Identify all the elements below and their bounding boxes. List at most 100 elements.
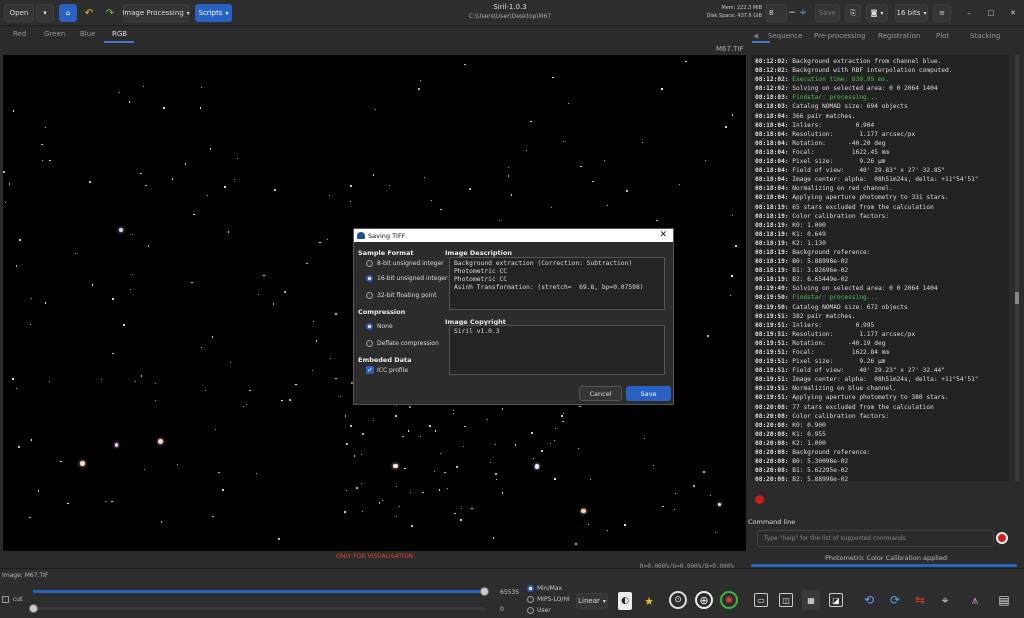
lo-slider-track[interactable] <box>33 607 485 610</box>
zoom-spinbox[interactable]: 8 <box>765 4 787 22</box>
log-line: 08:18:04: Pixel size: 9.26 µm <box>755 157 1009 166</box>
zoom-plus-button[interactable]: + <box>797 4 809 22</box>
display-mode-4-icon[interactable]: ◪ <box>829 593 843 607</box>
star <box>204 389 207 392</box>
star <box>718 502 722 506</box>
log-scrollbar-thumb[interactable] <box>1015 292 1019 304</box>
log-message: Color calibration factors: <box>792 412 890 420</box>
image-processing-menu[interactable]: Image Processing ▾ <box>122 4 190 22</box>
tab-sequence[interactable]: Sequence <box>768 32 803 40</box>
invert-icon[interactable]: ◐ <box>618 592 632 610</box>
star <box>498 219 501 221</box>
image-description-textarea[interactable]: Background extraction (Correction: Subtr… <box>449 257 665 310</box>
mirror-icon[interactable]: ⇋ <box>911 591 929 609</box>
compression-deflate-radio[interactable] <box>366 340 373 347</box>
star <box>422 491 424 494</box>
command-input[interactable]: Type "help" for the list of supported co… <box>757 530 994 547</box>
log-scrollbar[interactable] <box>1015 55 1019 481</box>
statistics-icon[interactable]: ▤ <box>995 591 1013 609</box>
recent-files-dropdown[interactable]: ▾ <box>36 4 54 22</box>
star <box>362 510 364 512</box>
star <box>685 60 687 63</box>
format-16bit-radio[interactable] <box>366 275 373 282</box>
tab-red[interactable]: Red <box>13 30 26 38</box>
star <box>501 492 504 494</box>
log-message: K2: 1.000 <box>792 439 826 447</box>
star <box>507 175 510 177</box>
crop-icon[interactable]: ⌖ <box>936 591 954 609</box>
star <box>464 63 467 66</box>
mode-mips-radio[interactable] <box>527 596 534 603</box>
scale-selector[interactable]: Linear ▾ <box>576 593 608 609</box>
format-32bit-radio[interactable] <box>366 292 373 299</box>
display-mode-1-icon[interactable]: ▭ <box>754 593 768 607</box>
star <box>396 486 398 488</box>
tab-registration[interactable]: Registration <box>878 32 920 40</box>
maximize-button[interactable]: □ <box>984 4 998 22</box>
tab-rgb[interactable]: RGB <box>112 30 127 38</box>
log-line: 08:19:51: Applying aperture photometry t… <box>755 393 1009 402</box>
mode-minmax-label: Min/Max <box>537 585 563 592</box>
tab-conversion-icon[interactable]: ◀ <box>753 32 758 40</box>
log-timestamp: 08:20:08: <box>755 412 789 420</box>
open-button[interactable]: Open <box>4 4 34 22</box>
plate-solve-icon[interactable]: ⊙ <box>669 591 687 609</box>
home-button[interactable]: ⌂ <box>59 4 77 22</box>
hi-slider-knob[interactable] <box>480 587 489 596</box>
target-icon[interactable]: ◉ <box>720 591 738 609</box>
mode-user-radio[interactable] <box>527 607 534 614</box>
pick-star-icon[interactable]: ★ <box>641 592 657 610</box>
mode-minmax-radio[interactable] <box>527 585 534 592</box>
globe-icon[interactable]: ⊕ <box>695 591 713 609</box>
log-line: 08:12:02: Background with RBF interpolat… <box>755 66 1009 75</box>
snapshot-button[interactable]: ◙ ▾ <box>866 4 888 22</box>
image-copyright-textarea[interactable]: Siril v1.0.3 <box>449 325 665 375</box>
save-toolbar-button[interactable]: Save <box>815 4 840 22</box>
format-8bit-radio[interactable] <box>366 260 373 267</box>
log-console[interactable]: 08:12:02: Background extraction from cha… <box>751 55 1009 481</box>
compression-none-radio[interactable] <box>366 323 373 330</box>
star <box>404 467 406 470</box>
histogram-icon[interactable]: ⩚ <box>966 591 984 609</box>
stop-button[interactable] <box>755 495 764 504</box>
open-button-label: Open <box>9 9 29 17</box>
clear-command-button[interactable] <box>996 532 1008 544</box>
minimize-button[interactable]: – <box>962 4 976 22</box>
log-message: B0: 5.88998e-02 <box>792 258 849 266</box>
cut-checkbox[interactable] <box>2 596 9 603</box>
command-line-label: Command line <box>748 518 796 526</box>
redo-button[interactable]: ↷ <box>101 4 119 22</box>
image-filename: M67.TIF <box>716 45 744 53</box>
save-button[interactable]: Save <box>626 386 671 401</box>
icc-profile-checkbox[interactable]: ✓ <box>366 366 374 374</box>
log-timestamp: 08:18:04: <box>755 185 789 193</box>
star <box>200 86 203 89</box>
tab-plot[interactable]: Plot <box>936 32 949 40</box>
save-as-button[interactable]: ⎘ <box>845 4 861 22</box>
log-timestamp: 08:20:08: <box>755 403 789 411</box>
tab-pre-processing[interactable]: Pre-processing <box>814 32 865 40</box>
display-mode-2-icon[interactable]: ◫ <box>779 593 793 607</box>
log-message: 77 stars excluded from the calculation <box>792 403 934 411</box>
star <box>41 143 43 145</box>
star <box>92 284 94 286</box>
tab-stacking[interactable]: Stacking <box>970 32 1000 40</box>
close-window-button[interactable]: ✕ <box>1006 4 1020 22</box>
tab-green[interactable]: Green <box>44 30 65 38</box>
lo-value: 0 <box>500 606 504 613</box>
lo-slider-knob[interactable] <box>29 604 38 613</box>
log-line: 08:18:19: B2: 6.65449e-02 <box>755 275 1009 284</box>
tab-blue[interactable]: Blue <box>80 30 96 38</box>
main-menu-button[interactable]: ≡ <box>933 4 951 22</box>
log-message: Resolution: 1.177 arcsec/px <box>792 130 916 138</box>
memory-usage: Mem: 222.3 MiB <box>721 5 762 11</box>
scripts-menu[interactable]: Scripts ▾ <box>195 4 232 22</box>
rotate-left-icon[interactable]: ⟲ <box>860 591 878 609</box>
undo-button[interactable]: ↶ <box>80 4 98 22</box>
cancel-button[interactable]: Cancel <box>579 386 622 401</box>
log-line: 08:18:04: Field of view: 40' 29.83" x 27… <box>755 166 1009 175</box>
rotate-right-icon[interactable]: ⟳ <box>886 591 904 609</box>
bit-depth-selector[interactable]: 16 bits ▾ <box>895 4 928 22</box>
display-mode-3-icon[interactable]: ▦ <box>802 590 820 610</box>
dialog-close-button[interactable]: ✕ <box>659 230 667 240</box>
